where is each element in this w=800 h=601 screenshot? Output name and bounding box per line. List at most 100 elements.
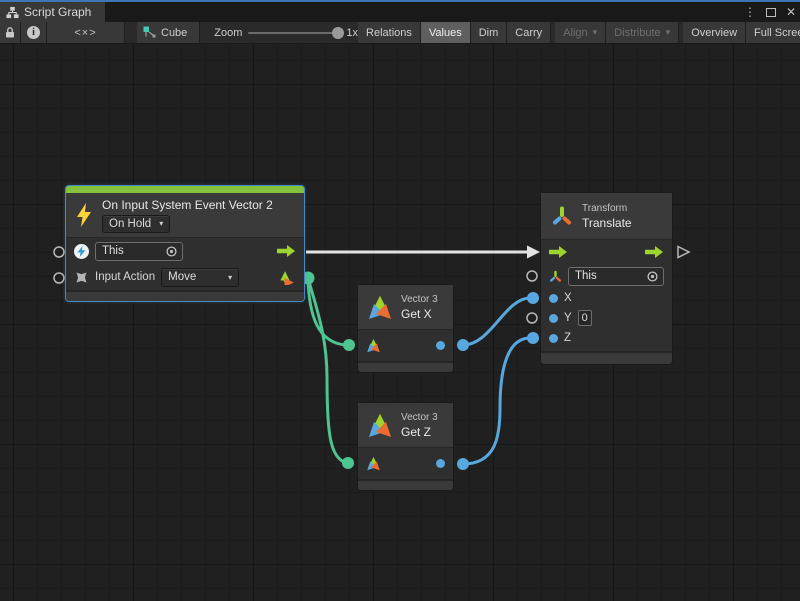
translate-node-header[interactable]: Transform Translate xyxy=(541,193,672,240)
translate-z-row: Z xyxy=(541,328,672,348)
wire-dot-getx-output xyxy=(457,339,469,351)
carry-button[interactable]: Carry xyxy=(507,22,551,43)
zoom-value: 1x xyxy=(346,27,358,39)
wire-getz-to-z[interactable] xyxy=(463,338,530,464)
translate-node-footer xyxy=(541,351,672,364)
object-picker-icon[interactable] xyxy=(165,245,178,258)
event-node-footer xyxy=(66,290,304,301)
chevron-down-icon: ▾ xyxy=(228,273,232,282)
event-target-field[interactable]: This xyxy=(95,242,183,261)
y-port-dot[interactable] xyxy=(549,314,558,323)
transform-mini-icon xyxy=(549,270,562,283)
getz-node-footer xyxy=(358,479,453,490)
event-action-row: Input Action Move ▾ xyxy=(66,264,304,290)
node-on-input-system-event[interactable]: On Input System Event Vector 2 On Hold ▾… xyxy=(66,186,304,301)
x-port-label: X xyxy=(564,292,572,304)
graph-asset-icon xyxy=(143,26,156,39)
transform-icon xyxy=(551,205,573,227)
getz-output-port[interactable] xyxy=(436,459,445,468)
port-translate-this-input[interactable] xyxy=(527,271,537,281)
translate-title: Translate xyxy=(582,216,632,230)
getx-output-port[interactable] xyxy=(436,341,445,350)
tab-script-graph[interactable]: Script Graph xyxy=(0,2,105,22)
relations-button[interactable]: Relations xyxy=(358,22,421,43)
z-port-dot[interactable] xyxy=(549,334,558,343)
getz-title: Get Z xyxy=(401,425,438,439)
breadcrumb[interactable]: Cube xyxy=(137,22,200,43)
zoom-label: Zoom xyxy=(214,27,242,39)
overview-button[interactable]: Overview xyxy=(683,22,746,43)
event-mode-dropdown[interactable]: On Hold ▾ xyxy=(102,215,170,233)
zoom-slider[interactable] xyxy=(248,32,340,34)
tab-bar: Script Graph ⋮ ✕ xyxy=(0,0,800,22)
translate-flow-row xyxy=(541,240,672,264)
breadcrumb-label: Cube xyxy=(161,27,187,39)
input-system-icon xyxy=(74,244,89,259)
lock-button[interactable] xyxy=(0,22,21,43)
translate-y-row: Y 0 xyxy=(541,308,672,328)
distribute-button[interactable]: Distribute ▾ xyxy=(606,22,679,43)
vector3-icon xyxy=(366,411,394,439)
getx-node-header[interactable]: Vector 3 Get X xyxy=(358,285,453,330)
node-get-x[interactable]: Vector 3 Get X xyxy=(358,285,453,372)
event-node-title: On Input System Event Vector 2 xyxy=(102,198,273,212)
toolbar-left-group: i <×> Cube Zoom 1x xyxy=(0,22,358,43)
vector3-icon xyxy=(366,293,394,321)
zoom-slider-handle[interactable] xyxy=(332,27,344,39)
y-value-field[interactable]: 0 xyxy=(578,310,592,326)
chevron-down-icon: ▾ xyxy=(159,219,163,228)
info-button[interactable]: i xyxy=(21,22,47,43)
x-port-dot[interactable] xyxy=(549,294,558,303)
port-translate-flow-output[interactable] xyxy=(678,247,689,258)
event-node-header[interactable]: On Input System Event Vector 2 On Hold ▾ xyxy=(66,193,304,238)
wire-vector2-to-getx[interactable] xyxy=(308,278,346,345)
flow-output-arrow-icon[interactable] xyxy=(645,246,664,258)
z-port-label: Z xyxy=(564,332,571,344)
node-get-z[interactable]: Vector 3 Get Z xyxy=(358,403,453,490)
script-graph-window: Script Graph ⋮ ✕ i <×> xyxy=(0,0,800,601)
translate-category: Transform xyxy=(582,203,632,214)
graph-toolbar: i <×> Cube Zoom 1x Rela xyxy=(0,22,800,44)
translate-this-row: This xyxy=(541,264,672,288)
port-translate-x-input[interactable] xyxy=(527,292,539,304)
node-transform-translate[interactable]: Transform Translate xyxy=(541,193,672,364)
getx-node-footer xyxy=(358,361,453,372)
translate-x-row: X xyxy=(541,288,672,308)
object-picker-icon[interactable] xyxy=(646,270,659,283)
port-translate-y-input[interactable] xyxy=(527,313,537,323)
event-action-label: Input Action xyxy=(95,271,155,283)
align-button[interactable]: Align ▾ xyxy=(555,22,606,43)
vector2-output-icon[interactable] xyxy=(280,269,296,285)
wire-getx-to-x[interactable] xyxy=(463,298,530,345)
getx-title: Get X xyxy=(401,307,438,321)
wire-vector2-to-getz[interactable] xyxy=(308,278,346,463)
dim-button[interactable]: Dim xyxy=(471,22,508,43)
vector3-input-port-icon[interactable] xyxy=(366,456,381,471)
graph-canvas[interactable]: On Input System Event Vector 2 On Hold ▾… xyxy=(0,44,800,601)
event-action-dropdown[interactable]: Move ▾ xyxy=(161,268,239,287)
port-event-this-input[interactable] xyxy=(54,247,64,257)
values-button[interactable]: Values xyxy=(421,22,471,43)
event-this-row: This xyxy=(66,238,304,264)
code-view-icon: <×> xyxy=(74,27,96,39)
close-icon[interactable]: ✕ xyxy=(786,2,796,22)
chevron-down-icon: ▾ xyxy=(666,27,671,38)
wire-dot-getx-input xyxy=(343,339,355,351)
flow-input-arrow-icon[interactable] xyxy=(549,246,568,258)
port-translate-z-input[interactable] xyxy=(527,332,539,344)
getz-body-row xyxy=(358,448,453,479)
wire-flow-arrowhead xyxy=(527,246,540,259)
translate-target-field[interactable]: This xyxy=(568,267,664,286)
maximize-icon[interactable] xyxy=(766,8,776,17)
chevron-down-icon: ▾ xyxy=(593,27,598,38)
window-menu-icon[interactable]: ⋮ xyxy=(744,2,756,22)
getx-body-row xyxy=(358,330,453,361)
flow-output-arrow-icon[interactable] xyxy=(277,245,296,257)
event-node-accent-bar xyxy=(66,186,304,193)
vector3-input-port-icon[interactable] xyxy=(366,338,381,353)
info-icon: i xyxy=(27,26,40,39)
getz-node-header[interactable]: Vector 3 Get Z xyxy=(358,403,453,448)
port-event-action-input[interactable] xyxy=(54,273,64,283)
fullscreen-button[interactable]: Full Screen xyxy=(746,22,800,43)
code-view-button[interactable]: <×> xyxy=(47,22,125,43)
